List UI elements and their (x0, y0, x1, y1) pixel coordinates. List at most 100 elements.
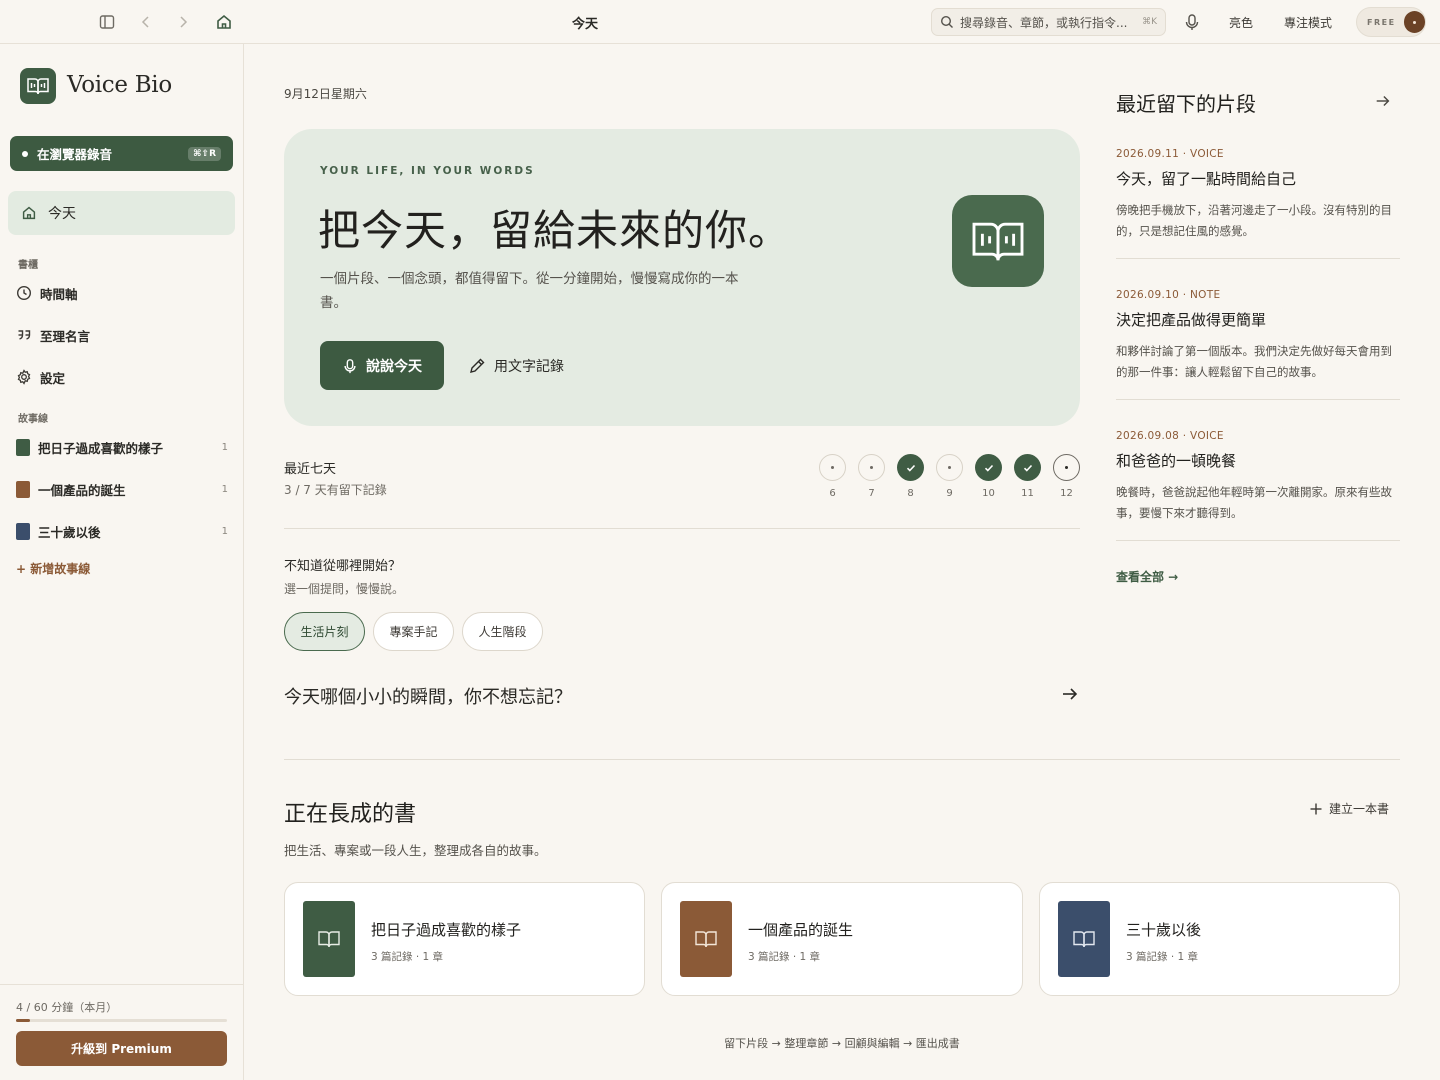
add-storyline-link[interactable]: + 新增故事線 (16, 560, 90, 577)
day-number: 6 (829, 488, 836, 499)
see-all-link[interactable]: 查看全部 → (1116, 568, 1178, 585)
day-indicator[interactable]: 9 (936, 454, 963, 499)
book-meta: 3 篇記錄 · 1 章 (371, 951, 444, 963)
sidebar-item-story[interactable]: 把日子過成喜歡的樣子 1 (16, 435, 228, 459)
day-number: 8 (907, 488, 914, 499)
story-color-swatch (16, 438, 30, 456)
check-icon (897, 454, 924, 481)
sidebar-item-story[interactable]: 三十歲以後 1 (16, 519, 228, 543)
prompt-question[interactable]: 今天哪個小小的瞬間，你不想忘記？ (284, 683, 572, 709)
book-cover (680, 901, 732, 977)
record-shortcut: ⌘⇧R (188, 146, 221, 161)
day-number: 12 (1060, 488, 1073, 499)
day-dot (858, 454, 885, 481)
search-input[interactable]: 搜尋錄音、章節，或執行指令... ⌘K (931, 8, 1166, 36)
entry-meta: 2026.09.08 · VOICE (1116, 430, 1224, 442)
books-section-subtitle: 把生活、專案或一段人生，整理成各自的故事。 (284, 843, 547, 858)
prompt-chip-life[interactable]: 生活片刻 (284, 612, 365, 651)
sidebar-item-label: 至理名言 (40, 328, 91, 344)
day-indicator[interactable]: 6 (819, 454, 846, 499)
sidebar-item-quotes[interactable]: 至理名言 (16, 323, 228, 347)
divider (284, 759, 1400, 760)
plus-icon (1309, 802, 1323, 816)
theme-toggle[interactable]: 亮色 (1229, 14, 1253, 31)
hero-eyebrow: YOUR LIFE, IN YOUR WORDS (320, 165, 535, 177)
day-dot (819, 454, 846, 481)
entry-title: 今天，留了一點時間給自己 (1116, 170, 1297, 188)
record-in-browser-button[interactable]: 在瀏覽器錄音 ⌘⇧R (10, 136, 233, 171)
open-book-icon (1072, 929, 1096, 949)
sidebar-item-settings[interactable]: 設定 (16, 365, 228, 389)
sidebar-item-label: 設定 (40, 370, 66, 386)
sidebar-item-timeline[interactable]: 時間軸 (16, 281, 228, 305)
day-indicator[interactable]: 10 (975, 454, 1002, 499)
day-indicator[interactable]: 7 (858, 454, 885, 499)
divider (1116, 258, 1400, 259)
section-label-bookshelf: 書櫃 (18, 260, 38, 271)
create-book-button[interactable]: 建立一本書 (1309, 800, 1389, 817)
story-count: 1 (221, 483, 228, 495)
account-menu[interactable]: FREE (1356, 7, 1426, 37)
record-button-label: 在瀏覽器錄音 (37, 147, 113, 162)
story-count: 1 (221, 525, 228, 537)
divider (1116, 540, 1400, 541)
arrow-right-icon[interactable] (1060, 684, 1080, 704)
recent-entry[interactable]: 2026.09.08 · VOICE 和爸爸的一頓晚餐 晚餐時，爸爸說起他年輕時… (1116, 430, 1400, 524)
write-button-label: 用文字記錄 (494, 358, 564, 375)
prompt-chip-project[interactable]: 專案手記 (373, 612, 454, 651)
week-summary: 3 / 7 天有留下記錄 (284, 483, 387, 497)
book-cover (303, 901, 355, 977)
clock-icon (16, 285, 32, 301)
day-indicator[interactable]: 8 (897, 454, 924, 499)
sidebar-item-label: 一個產品的誕生 (38, 482, 126, 498)
recent-entry[interactable]: 2026.09.10 · NOTE 決定把產品做得更簡單 和夥伴討論了第一個版本… (1116, 289, 1400, 383)
book-title: 把日子過成喜歡的樣子 (371, 921, 522, 939)
write-text-button[interactable]: 用文字記錄 (468, 341, 564, 390)
book-card[interactable]: 把日子過成喜歡的樣子 3 篇記錄 · 1 章 (284, 882, 645, 996)
prompt-subtitle: 選一個提問，慢慢說。 (284, 582, 405, 596)
book-voice-icon (952, 195, 1044, 287)
book-card[interactable]: 一個產品的誕生 3 篇記錄 · 1 章 (661, 882, 1023, 996)
microphone-icon (342, 357, 358, 375)
focus-mode-toggle[interactable]: 專注模式 (1284, 14, 1332, 31)
home-icon (20, 204, 38, 222)
recent-entry[interactable]: 2026.09.11 · VOICE 今天，留了一點時間給自己 傍晚把手機放下，… (1116, 148, 1400, 242)
book-title: 一個產品的誕生 (748, 921, 854, 939)
entry-title: 決定把產品做得更簡單 (1116, 311, 1267, 329)
open-book-icon (694, 929, 718, 949)
speak-button-label: 說說今天 (366, 358, 422, 375)
pencil-icon (468, 357, 486, 375)
avatar (1403, 11, 1425, 33)
divider (1116, 399, 1400, 400)
story-color-swatch (16, 480, 30, 498)
day-dot (1053, 454, 1080, 481)
entry-meta: 2026.09.10 · NOTE (1116, 289, 1221, 301)
book-meta: 3 篇記錄 · 1 章 (748, 951, 821, 963)
sidebar-item-label: 把日子過成喜歡的樣子 (38, 440, 164, 456)
search-placeholder: 搜尋錄音、章節，或執行指令... (960, 15, 1128, 30)
usage-text: 4 / 60 分鐘（本月） (16, 1001, 118, 1014)
sidebar-item-story[interactable]: 一個產品的誕生 1 (16, 477, 228, 501)
story-color-swatch (16, 522, 30, 540)
upgrade-button[interactable]: 升級到 Premium (16, 1031, 227, 1066)
book-card[interactable]: 三十歲以後 3 篇記錄 · 1 章 (1039, 882, 1400, 996)
prompt-chip-life-stage[interactable]: 人生階段 (462, 612, 543, 651)
top-bar: 今天 搜尋錄音、章節，或執行指令... ⌘K 亮色 專注模式 FREE (0, 0, 1440, 44)
day-indicator[interactable]: 11 (1014, 454, 1041, 499)
prompt-title: 不知道從哪裡開始？ (284, 559, 402, 574)
check-icon (1014, 454, 1041, 481)
day-number: 10 (982, 488, 995, 499)
day-number: 7 (868, 488, 875, 499)
divider (284, 528, 1080, 529)
sidebar-item-label: 時間軸 (40, 286, 78, 302)
sidebar-item-today[interactable]: 今天 (8, 191, 235, 235)
book-meta: 3 篇記錄 · 1 章 (1126, 951, 1199, 963)
microphone-icon[interactable] (1183, 12, 1203, 32)
arrow-right-icon[interactable] (1374, 92, 1392, 110)
workflow-steps: 留下片段 → 整理章節 → 回顧與編輯 → 匯出成書 (724, 1037, 960, 1050)
day-indicator[interactable]: 12 (1053, 454, 1080, 499)
speak-today-button[interactable]: 說說今天 (320, 341, 444, 390)
day-number: 11 (1021, 488, 1034, 499)
quote-icon (16, 327, 32, 343)
book-cover (1058, 901, 1110, 977)
